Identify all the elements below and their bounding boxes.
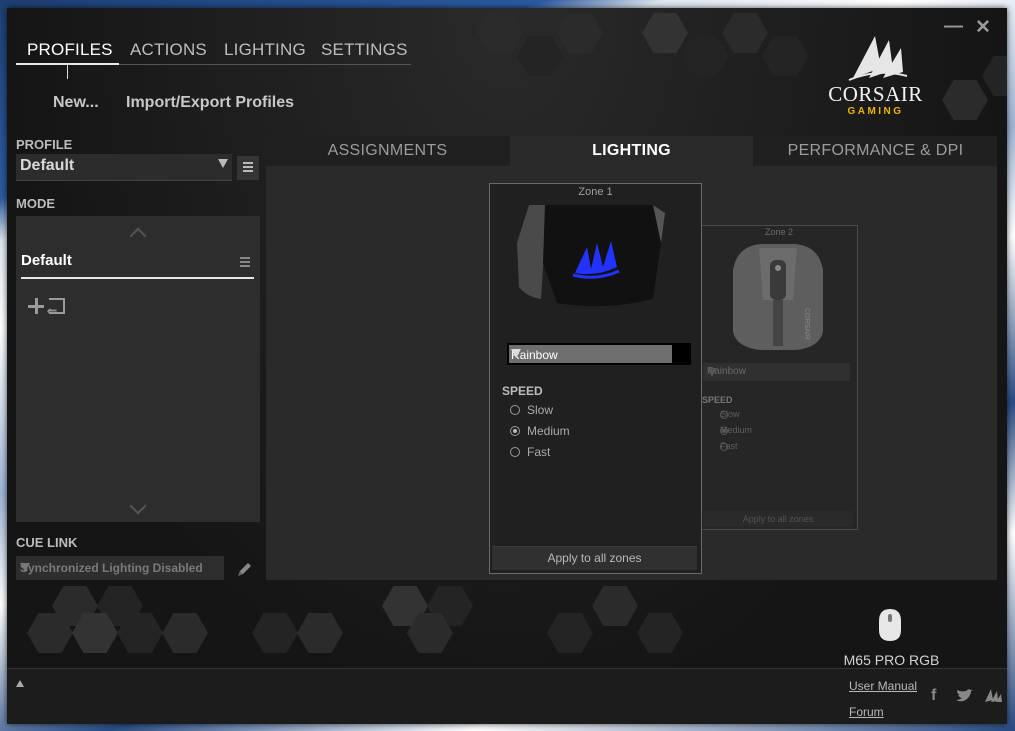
logo-brand: CORSAIR — [828, 82, 923, 106]
nav-actions[interactable]: ACTIONS — [130, 40, 207, 60]
chevron-down-icon[interactable] — [129, 497, 147, 515]
chevron-down-icon — [20, 563, 30, 572]
nav-profiles[interactable]: PROFILES — [27, 40, 113, 60]
zone1-title: Zone 1 — [578, 186, 613, 198]
twitter-icon[interactable] — [955, 689, 973, 703]
chevron-down-icon — [511, 349, 521, 358]
close-button[interactable]: ✕ — [975, 16, 991, 39]
profile-select-value: Default — [20, 157, 75, 174]
tab-lighting[interactable]: LIGHTING — [510, 136, 753, 166]
pencil-icon[interactable] — [236, 560, 254, 578]
device-name: M65 PRO RGB — [843, 652, 940, 668]
zone1-speed-label: SPEED — [502, 384, 543, 398]
profile-select[interactable]: Default — [16, 154, 232, 181]
add-mode-icon[interactable] — [28, 298, 44, 314]
mode-item-label: Default — [21, 252, 72, 269]
mouse-top-image: CORSAIR — [733, 244, 823, 350]
zone2-card[interactable]: Zone 2 CORSAIR Rainbow SPEED Slow Medium… — [700, 225, 858, 530]
hamburger-icon[interactable] — [240, 257, 250, 269]
nav-tick — [67, 65, 68, 79]
new-profile-link[interactable]: New... — [53, 94, 99, 112]
cue-link-value: Synchronized Lighting Disabled — [20, 561, 203, 575]
profile-menu-button[interactable] — [237, 156, 259, 180]
import-export-link[interactable]: Import/Export Profiles — [126, 94, 294, 112]
zone1-apply-button[interactable]: Apply to all zones — [492, 546, 697, 570]
zone2-title: Zone 2 — [764, 227, 794, 237]
tab-performance-dpi[interactable]: PERFORMANCE & DPI — [754, 136, 997, 166]
mode-item-default[interactable]: Default — [21, 249, 254, 279]
corsair-sails-icon — [848, 36, 908, 81]
footer-bar: User Manual Forum f — [7, 668, 1007, 724]
forum-link[interactable]: Forum — [849, 705, 884, 719]
zone2-apply-button[interactable]: Apply to all zones — [703, 511, 853, 527]
user-manual-link[interactable]: User Manual — [849, 679, 917, 693]
mouse-rear-image — [517, 205, 665, 307]
nav-settings[interactable]: SETTINGS — [321, 40, 408, 60]
mode-list: Default ⇐ — [16, 216, 260, 522]
top-nav: PROFILES ACTIONS LIGHTING SETTINGS — [16, 38, 411, 65]
facebook-icon[interactable]: f — [931, 687, 936, 705]
zone1-effect-select[interactable]: Rainbow — [507, 343, 691, 365]
chevron-down-icon — [218, 159, 228, 168]
cue-window: — ✕ PROFILES ACTIONS LIGHTING SETTINGS N… — [7, 8, 1007, 724]
corsair-icon[interactable] — [983, 687, 1003, 703]
profile-label: PROFILE — [16, 137, 73, 152]
nav-lighting[interactable]: LIGHTING — [224, 40, 306, 60]
minimize-button[interactable]: — — [944, 16, 963, 38]
svg-text:CORSAIR: CORSAIR — [803, 308, 810, 340]
cue-link-select[interactable]: Synchronized Lighting Disabled — [16, 556, 224, 580]
zone2-speed-label: SPEED — [702, 395, 733, 405]
chevron-down-icon — [707, 368, 717, 377]
corsair-logo: CORSAIR GAMING — [823, 28, 928, 118]
zone1-card[interactable]: Zone 1 Rainbow SPEED Slow Medium Fast Ap… — [489, 183, 702, 574]
import-mode-icon[interactable]: ⇐ — [47, 298, 65, 317]
tab-assignments[interactable]: ASSIGNMENTS — [266, 136, 509, 166]
mode-label: MODE — [16, 196, 55, 211]
main-tabs: ASSIGNMENTS LIGHTING PERFORMANCE & DPI — [266, 136, 997, 166]
chevron-up-icon[interactable] — [129, 227, 147, 245]
logo-sub: GAMING — [847, 106, 904, 117]
cue-link-label: CUE LINK — [16, 535, 78, 550]
mouse-icon[interactable] — [877, 608, 903, 642]
zone2-effect-select[interactable]: Rainbow — [703, 363, 850, 381]
expand-up-icon[interactable] — [16, 680, 24, 687]
